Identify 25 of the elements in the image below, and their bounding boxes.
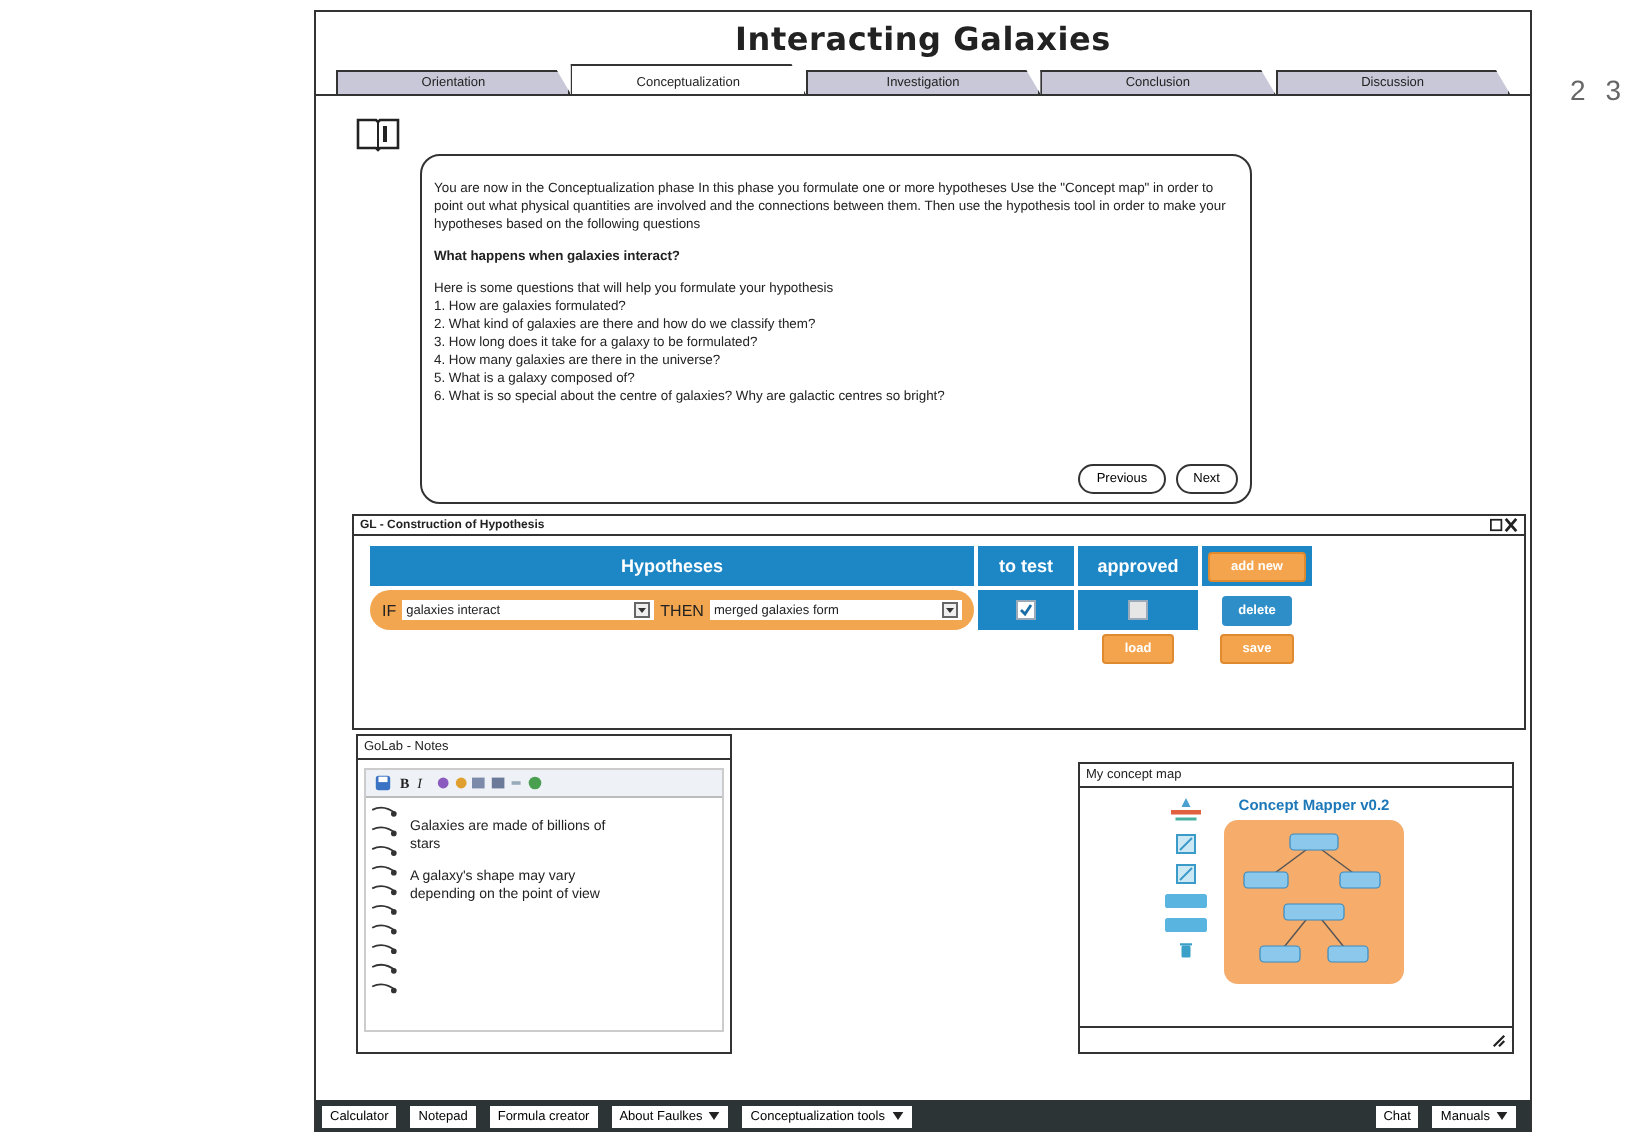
window-title: Interacting Galaxies [733,18,1113,62]
image-tool-icon[interactable] [1176,834,1196,854]
then-label: THEN [660,601,704,619]
caret-icon [1496,1112,1508,1120]
resize-icon[interactable] [1492,1033,1506,1047]
tool-button-icon[interactable] [1164,918,1208,932]
caret-icon [891,1112,903,1120]
tool-button-icon[interactable] [1164,894,1208,908]
page-number: 3 [1605,74,1622,110]
approved-checkbox[interactable] [1128,600,1148,620]
if-label: IF [382,601,397,619]
column-header: to test [978,546,1074,586]
save-icon[interactable] [374,774,392,792]
window-controls-icon[interactable] [1490,518,1518,532]
to-test-checkbox[interactable] [1016,600,1036,620]
trash-icon[interactable] [1180,942,1192,958]
caret-icon [708,1112,721,1120]
caret-icon [942,602,959,618]
caret-icon [634,602,651,618]
book-info-icon[interactable] [356,116,400,152]
column-header: Hypotheses [370,546,974,586]
page-number: 2 [1570,74,1586,110]
image-tool-icon[interactable] [1176,864,1196,884]
logo-icon [1168,796,1204,824]
column-header: approved [1078,546,1198,586]
